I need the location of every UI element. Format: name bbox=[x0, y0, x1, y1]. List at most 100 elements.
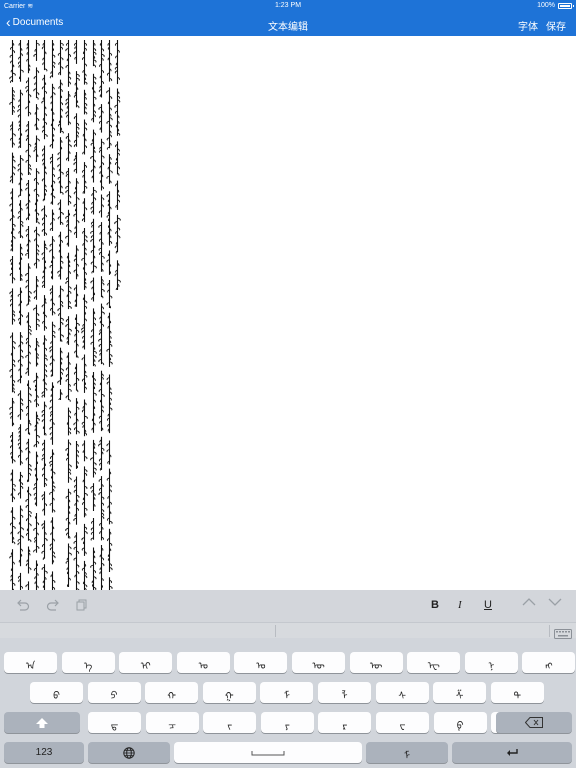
shift-key[interactable] bbox=[4, 712, 80, 733]
letter-key-label: ᠯ bbox=[341, 690, 348, 702]
letter-key[interactable]: ᠣ bbox=[176, 652, 230, 673]
letter-key-label: ᠦ bbox=[369, 660, 383, 672]
letter-key-label: ᠬ bbox=[167, 690, 176, 702]
undo-button[interactable] bbox=[16, 599, 30, 614]
keyboard-toggle[interactable] bbox=[554, 626, 572, 644]
space-key[interactable] bbox=[174, 742, 362, 763]
navigation-bar: ‹ Documents 文本编辑 字体 保存 bbox=[0, 12, 576, 36]
letter-key-label: ᠶ bbox=[284, 720, 290, 732]
letter-key[interactable]: ᠦ bbox=[349, 652, 403, 673]
letter-key-label: ᠸ bbox=[399, 720, 406, 732]
letter-key-label: ᠴ bbox=[168, 720, 176, 732]
letter-key[interactable]: ᠵ bbox=[203, 712, 257, 733]
letter-key-label: ᠧ bbox=[427, 660, 440, 672]
shift-icon bbox=[36, 717, 48, 728]
underline-button[interactable]: U bbox=[484, 599, 492, 611]
chevron-left-icon: ‹ bbox=[6, 13, 11, 30]
letter-key[interactable]: ᠥ bbox=[292, 652, 345, 673]
letter-key[interactable]: ᠧ bbox=[407, 652, 461, 673]
letter-key-label: ᠩ bbox=[545, 660, 553, 672]
letter-key[interactable]: ᠤ bbox=[234, 652, 288, 673]
letter-key[interactable]: ᠳ bbox=[88, 712, 141, 733]
letter-key[interactable]: ᠩ bbox=[522, 652, 576, 673]
letter-key-label: ᠨ bbox=[488, 660, 495, 672]
letter-key-label: ᠰ bbox=[398, 690, 406, 702]
bold-button[interactable]: B bbox=[431, 599, 439, 611]
letter-key-label: ᠷ bbox=[342, 720, 348, 732]
letter-key[interactable]: ᠲ bbox=[490, 682, 544, 703]
letter-key[interactable]: ᠨ bbox=[464, 652, 518, 673]
nav-actions: 字体 保存 bbox=[518, 18, 566, 33]
mongol-key-label: ᠮ bbox=[403, 750, 411, 762]
letter-key[interactable]: ᠢ bbox=[119, 652, 173, 673]
globe-icon bbox=[123, 746, 135, 759]
letter-key-label: ᠳ bbox=[110, 720, 119, 732]
letter-key[interactable]: ᠬ bbox=[145, 682, 199, 703]
redo-icon bbox=[46, 599, 59, 611]
battery-indicator: 100% bbox=[537, 2, 574, 9]
letter-key-label: ᠢ bbox=[140, 660, 151, 672]
text-column bbox=[113, 40, 122, 290]
letter-key[interactable]: ᠶ bbox=[260, 712, 314, 733]
back-button[interactable]: ‹ Documents bbox=[6, 13, 64, 30]
chevron-up-button[interactable] bbox=[522, 597, 536, 610]
letter-key-label: ᠲ bbox=[513, 690, 522, 702]
format-toolbar: B I U bbox=[0, 590, 576, 622]
keyboard-icon bbox=[554, 629, 572, 639]
letter-key-label: ᠫ bbox=[110, 690, 118, 702]
return-icon bbox=[507, 748, 518, 756]
mongol-key[interactable]: ᠮ bbox=[366, 742, 448, 763]
letter-key-label: ᠵ bbox=[227, 720, 233, 732]
letter-key[interactable]: ᠠ bbox=[4, 652, 57, 673]
letter-key[interactable]: ᠫ bbox=[87, 682, 141, 703]
suggestion-slot[interactable] bbox=[276, 623, 548, 639]
battery-icon bbox=[558, 2, 574, 9]
suggestion-divider bbox=[549, 625, 550, 637]
italic-button[interactable]: I bbox=[458, 599, 462, 611]
letter-key[interactable]: ᠹ bbox=[433, 712, 487, 733]
letter-key-label: ᠣ bbox=[198, 660, 208, 672]
letter-key[interactable]: ᠷ bbox=[318, 712, 372, 733]
letter-key-label: ᠪ bbox=[53, 690, 60, 702]
letter-key[interactable]: ᠰ bbox=[375, 682, 429, 703]
undo-icon bbox=[17, 599, 30, 611]
chevron-up-icon bbox=[522, 598, 536, 606]
letter-key-label: ᠭ bbox=[224, 690, 234, 702]
copy-button[interactable] bbox=[76, 599, 88, 614]
font-button[interactable]: 字体 bbox=[518, 18, 538, 33]
letter-key[interactable]: ᠴ bbox=[145, 712, 199, 733]
letter-key-label: ᠹ bbox=[456, 720, 464, 732]
letter-key-label: ᠤ bbox=[256, 660, 266, 672]
numbers-key[interactable]: 123 bbox=[4, 742, 84, 763]
letter-key-label: ᠮ bbox=[283, 690, 290, 702]
letter-key[interactable]: ᠭ bbox=[202, 682, 256, 703]
save-button[interactable]: 保存 bbox=[546, 18, 566, 33]
letter-key[interactable]: ᠡ bbox=[61, 652, 115, 673]
letter-key[interactable]: ᠸ bbox=[376, 712, 429, 733]
status-time: 1:23 PM bbox=[274, 2, 302, 9]
text-editor[interactable] bbox=[0, 36, 576, 590]
letter-key-label: ᠠ bbox=[25, 660, 36, 672]
letter-key[interactable]: ᠪ bbox=[30, 682, 83, 703]
return-key[interactable] bbox=[452, 742, 572, 763]
letter-key[interactable]: ᠱ bbox=[433, 682, 487, 703]
keyboard: B I U ᠠᠡᠢᠣᠤᠥᠦᠧᠨᠩᠪᠫᠬᠭᠮᠯᠰᠱᠲᠳᠴᠵᠶᠷᠸᠹᠺ 123 ᠮ bbox=[0, 590, 576, 768]
letter-key[interactable]: ᠮ bbox=[260, 682, 314, 703]
suggestion-slot[interactable] bbox=[0, 623, 274, 639]
status-bar: Carrier ≋ 1:23 PM 100% bbox=[0, 0, 576, 12]
back-label: Documents bbox=[12, 17, 64, 28]
space-icon bbox=[251, 750, 285, 755]
copy-icon bbox=[76, 599, 87, 611]
chevron-down-icon bbox=[548, 598, 562, 606]
redo-button[interactable] bbox=[46, 599, 60, 614]
delete-key[interactable] bbox=[496, 712, 572, 733]
globe-key[interactable] bbox=[88, 742, 170, 763]
letter-key[interactable]: ᠯ bbox=[318, 682, 371, 703]
letter-key-label: ᠡ bbox=[83, 660, 93, 672]
delete-icon bbox=[525, 717, 543, 728]
letter-key-label: ᠥ bbox=[312, 660, 325, 672]
chevron-down-button[interactable] bbox=[548, 597, 562, 610]
battery-text: 100% bbox=[537, 2, 555, 9]
top-bar: Carrier ≋ 1:23 PM 100% ‹ Documents 文本编辑 字… bbox=[0, 0, 576, 36]
suggestion-bar bbox=[0, 622, 576, 639]
